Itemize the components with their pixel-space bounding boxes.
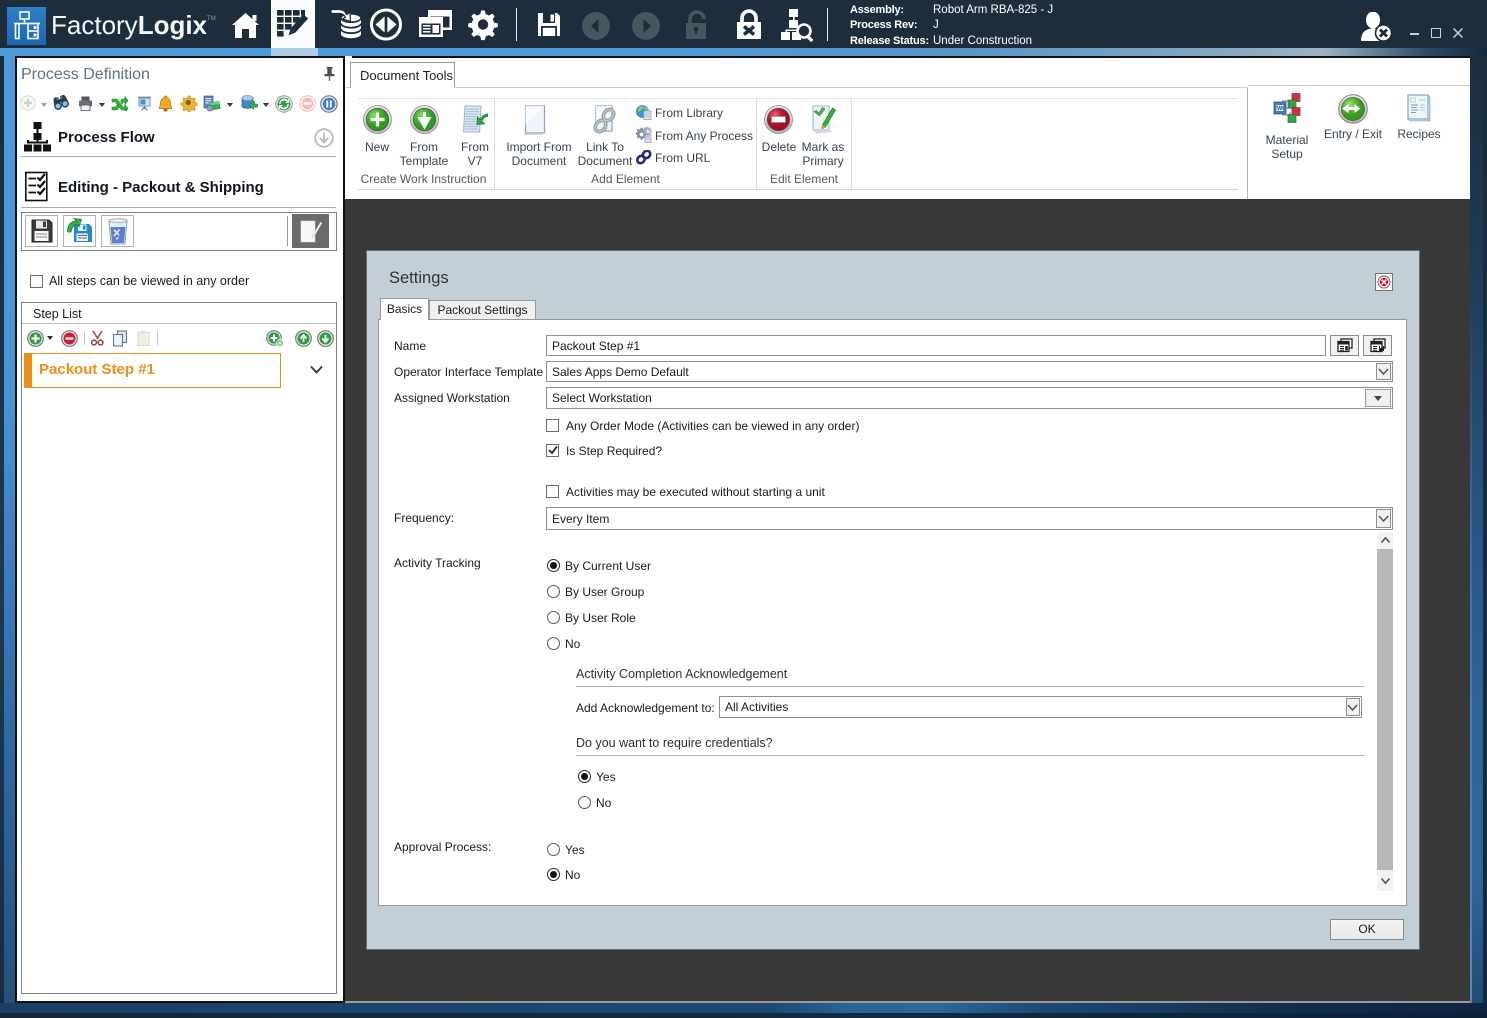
- svg-text:WI: WI: [1277, 106, 1284, 112]
